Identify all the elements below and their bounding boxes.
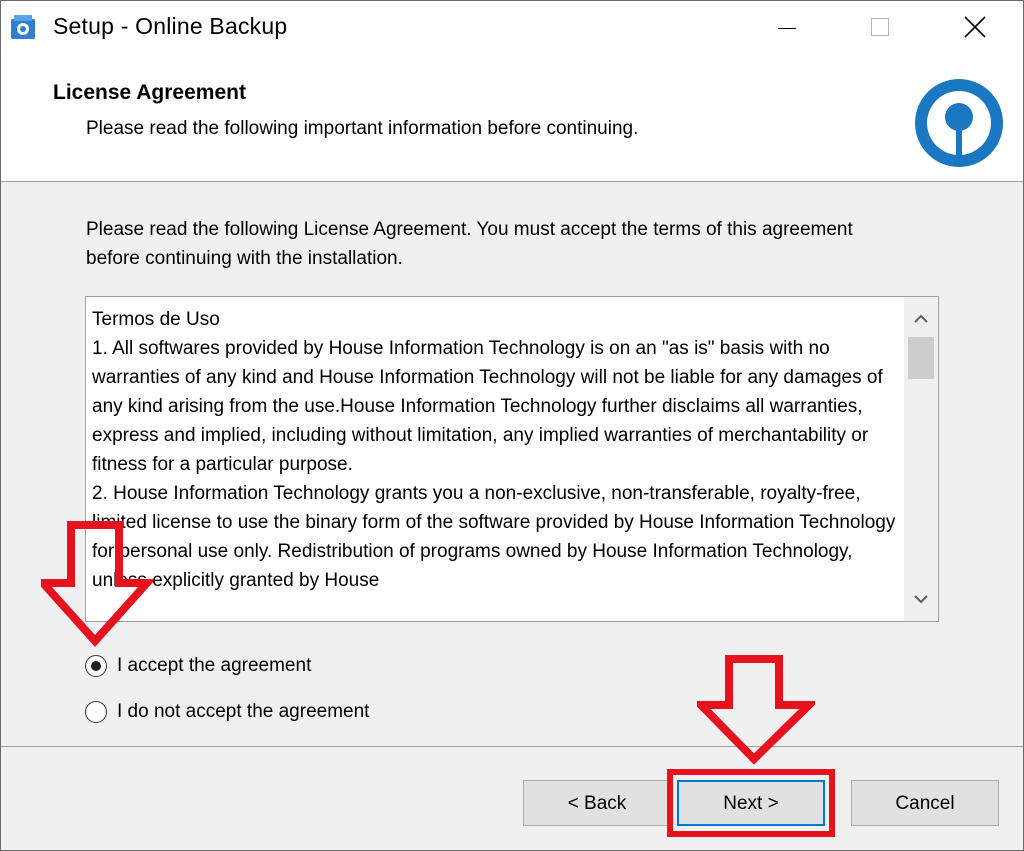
wizard-header: License Agreement Please read the follow… bbox=[1, 53, 1023, 182]
license-text-box[interactable]: Termos de Uso 1. All softwares provided … bbox=[85, 296, 939, 622]
decline-radio-option[interactable]: I do not accept the agreement bbox=[85, 697, 369, 727]
license-intro-text: Please read the following License Agreem… bbox=[86, 219, 853, 269]
chevron-up-icon[interactable] bbox=[904, 303, 938, 333]
title-bar[interactable]: Setup - Online Backup bbox=[1, 1, 1023, 53]
close-button[interactable] bbox=[927, 1, 1023, 53]
minimize-button[interactable] bbox=[738, 1, 834, 53]
accept-radio-option[interactable]: I accept the agreement bbox=[85, 651, 311, 681]
decline-radio[interactable] bbox=[85, 701, 107, 723]
arrow-down-icon-next bbox=[697, 655, 815, 765]
window-title: Setup - Online Backup bbox=[53, 13, 288, 39]
close-icon bbox=[964, 16, 986, 38]
page-title: License Agreement bbox=[53, 81, 246, 104]
license-text: Termos de Uso 1. All softwares provided … bbox=[92, 309, 896, 591]
scroll-thumb[interactable] bbox=[908, 337, 934, 379]
back-button[interactable]: < Back bbox=[523, 780, 671, 826]
accept-radio-label[interactable]: I accept the agreement bbox=[117, 655, 311, 677]
next-button-highlight-box bbox=[667, 769, 835, 837]
setup-app-icon bbox=[11, 15, 35, 39]
chevron-down-icon[interactable] bbox=[904, 585, 938, 615]
cancel-button[interactable]: Cancel bbox=[851, 780, 999, 826]
page-subtitle: Please read the following important info… bbox=[86, 118, 639, 139]
decline-radio-label[interactable]: I do not accept the agreement bbox=[117, 701, 369, 723]
arrow-down-icon-accept bbox=[41, 521, 153, 647]
license-scrollbar[interactable] bbox=[904, 297, 938, 621]
maximize-button[interactable] bbox=[833, 1, 929, 53]
online-backup-logo bbox=[915, 79, 1003, 167]
accept-radio[interactable] bbox=[85, 655, 107, 677]
footer-divider bbox=[1, 746, 1023, 747]
setup-window: Setup - Online Backup License Agreement … bbox=[0, 0, 1024, 851]
